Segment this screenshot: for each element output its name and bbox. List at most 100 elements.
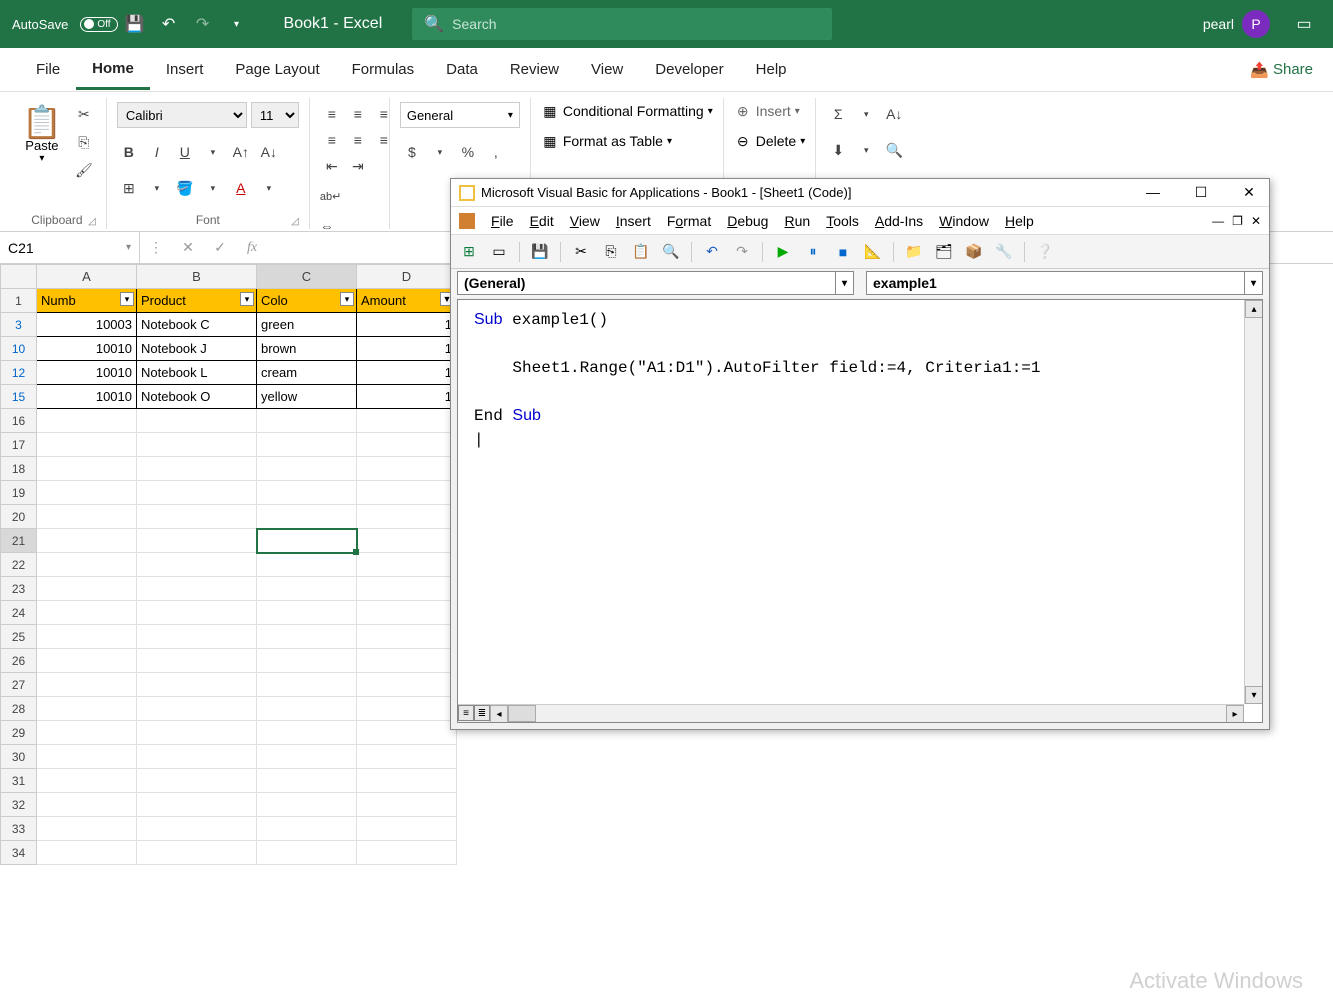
vba-menu-tools[interactable]: Tools — [826, 213, 859, 229]
minimize-button[interactable]: — — [1141, 184, 1165, 201]
chevron-down-icon[interactable]: ▾ — [126, 242, 131, 253]
cell[interactable] — [357, 673, 457, 697]
cell[interactable] — [257, 649, 357, 673]
undo-icon[interactable]: ↶ — [700, 240, 724, 264]
cell[interactable]: 1 — [357, 313, 457, 337]
properties-icon[interactable]: 🗂 — [932, 240, 956, 264]
cell[interactable]: Notebook L — [137, 361, 257, 385]
row-header[interactable]: 30 — [1, 745, 37, 769]
cell[interactable]: cream — [257, 361, 357, 385]
align-center-icon[interactable]: ≡ — [346, 128, 370, 152]
row-header[interactable]: 18 — [1, 457, 37, 481]
vba-menu-edit[interactable]: Edit — [530, 213, 554, 229]
cell[interactable] — [357, 817, 457, 841]
vba-menu-file[interactable]: File — [491, 213, 514, 229]
row-header[interactable]: 22 — [1, 553, 37, 577]
cell[interactable] — [257, 625, 357, 649]
cell[interactable] — [257, 817, 357, 841]
cell[interactable] — [137, 649, 257, 673]
tab-help[interactable]: Help — [740, 51, 803, 88]
cell[interactable] — [257, 409, 357, 433]
clipboard-launcher-icon[interactable]: ◿ — [88, 216, 96, 227]
vba-title-bar[interactable]: Microsoft Visual Basic for Applications … — [451, 179, 1269, 207]
font-color-icon[interactable]: A — [229, 176, 253, 200]
filter-dropdown-icon[interactable]: ▾ — [240, 292, 254, 306]
insert-module-icon[interactable]: ▭ — [487, 240, 511, 264]
vba-system-icon[interactable] — [459, 213, 475, 229]
cell[interactable] — [37, 817, 137, 841]
row-header[interactable]: 34 — [1, 841, 37, 865]
cell[interactable]: yellow — [257, 385, 357, 409]
row-header[interactable]: 16 — [1, 409, 37, 433]
redo-icon[interactable]: ↷ — [730, 240, 754, 264]
align-top-icon[interactable]: ≡ — [320, 102, 344, 126]
delete-cells-button[interactable]: ⊖Delete▾ — [734, 132, 806, 150]
cell[interactable] — [137, 433, 257, 457]
fill-color-icon[interactable]: 🪣 — [173, 176, 197, 200]
tab-data[interactable]: Data — [430, 51, 494, 88]
cell[interactable] — [37, 625, 137, 649]
cell[interactable]: brown — [257, 337, 357, 361]
cell[interactable]: 10010 — [37, 337, 137, 361]
row-header[interactable]: 1 — [1, 289, 37, 313]
cell[interactable] — [357, 625, 457, 649]
paste-icon[interactable]: 📋 — [629, 240, 653, 264]
cell[interactable] — [257, 841, 357, 865]
cell[interactable] — [137, 409, 257, 433]
row-header[interactable]: 24 — [1, 601, 37, 625]
cell[interactable] — [137, 841, 257, 865]
vba-menu-insert[interactable]: Insert — [616, 213, 651, 229]
cell[interactable] — [37, 841, 137, 865]
format-painter-icon[interactable]: 🖌 — [72, 158, 96, 182]
run-icon[interactable]: ▶ — [771, 240, 795, 264]
cell[interactable] — [37, 433, 137, 457]
cell[interactable] — [257, 793, 357, 817]
decrease-indent-icon[interactable]: ⇤ — [320, 154, 344, 178]
cell[interactable] — [137, 769, 257, 793]
cell[interactable] — [37, 529, 137, 553]
undo-icon[interactable]: ↶ — [155, 10, 183, 38]
cell[interactable]: Notebook J — [137, 337, 257, 361]
row-header[interactable]: 19 — [1, 481, 37, 505]
insert-cells-button[interactable]: ⊕Insert▾ — [734, 102, 800, 120]
cell[interactable] — [357, 505, 457, 529]
cut-icon[interactable]: ✂ — [569, 240, 593, 264]
align-right-icon[interactable]: ≡ — [372, 128, 390, 152]
row-header[interactable]: 17 — [1, 433, 37, 457]
cell[interactable] — [37, 769, 137, 793]
vba-menu-help[interactable]: Help — [1005, 213, 1034, 229]
scroll-right-icon[interactable]: ▸ — [1226, 705, 1244, 723]
cell[interactable] — [137, 577, 257, 601]
tab-insert[interactable]: Insert — [150, 51, 220, 88]
font-launcher-icon[interactable]: ◿ — [291, 216, 299, 227]
merge-icon[interactable]: ⇔ — [320, 214, 334, 229]
cell[interactable] — [137, 817, 257, 841]
cell[interactable] — [37, 745, 137, 769]
cell[interactable] — [357, 769, 457, 793]
accounting-icon[interactable]: $ — [400, 140, 424, 164]
cell[interactable] — [257, 481, 357, 505]
col-header-a[interactable]: A — [37, 265, 137, 289]
row-header[interactable]: 10 — [1, 337, 37, 361]
cell[interactable] — [37, 409, 137, 433]
cell[interactable]: Numb▾ — [37, 289, 137, 313]
format-as-table-button[interactable]: ▦Format as Table▾ — [541, 132, 672, 150]
cell[interactable] — [357, 457, 457, 481]
cell[interactable] — [257, 457, 357, 481]
mdi-restore-icon[interactable]: ❐ — [1232, 214, 1243, 228]
fill-dropdown-icon[interactable]: ▾ — [201, 176, 225, 200]
autosum-icon[interactable]: Σ — [826, 102, 850, 126]
col-header-b[interactable]: B — [137, 265, 257, 289]
formula-menu-icon[interactable]: ⋮ — [140, 232, 172, 263]
find-icon[interactable]: 🔍 — [659, 240, 683, 264]
cell[interactable] — [357, 649, 457, 673]
borders-dropdown-icon[interactable]: ▾ — [145, 176, 169, 200]
cell[interactable] — [37, 601, 137, 625]
filter-dropdown-icon[interactable]: ▾ — [120, 292, 134, 306]
paste-button[interactable]: 📋 Paste ▾ — [18, 102, 66, 168]
tab-view[interactable]: View — [575, 51, 639, 88]
cell[interactable]: 1 — [357, 337, 457, 361]
procedure-view-icon[interactable]: ≡ — [458, 705, 474, 721]
row-header[interactable]: 21 — [1, 529, 37, 553]
increase-indent-icon[interactable]: ⇥ — [346, 154, 370, 178]
